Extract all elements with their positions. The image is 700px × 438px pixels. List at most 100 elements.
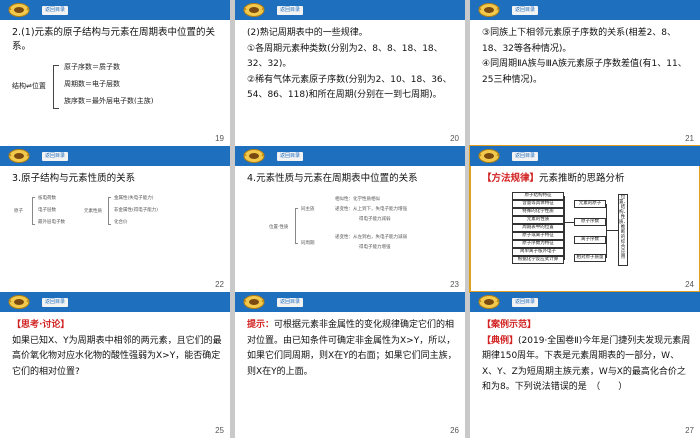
diagram-node: 得电子能力增强 [359,245,391,250]
slide-thumbnail-22[interactable]: 返回目录 3.原子结构与元素性质的关系 原子 核电荷数 电子层数 最外层电子数 … [0,146,230,292]
slide-thumbnail-27[interactable]: 返回目录 【案例示范】 【典例】(2019·全国卷Ⅱ)今年是门捷列夫发现元素周期… [470,292,700,438]
slide-thumbnail-23[interactable]: 返回目录 4.元素性质与元素在周期表中位置的关系 位置·性质 同主族 同周期 相… [235,146,465,292]
diagram-root: 位置·性质 [269,225,289,230]
page-number: 25 [215,426,224,435]
text-line: (2)熟记周期表中的一些规律。 [247,28,368,38]
flow-node: 根据化学反应式计算 [512,256,564,264]
flow-node: 离子序数 [574,236,606,244]
connector [606,230,618,231]
section-tag: 【方法规律】 [482,173,540,184]
text-line: ④同周期ⅡA族与ⅢA族元素原子序数差值(有1、11、25三种情况)。 [482,59,687,85]
diagram-node: 金属性(失电子能力) [114,196,154,201]
position-property-diagram: 位置·性质 同主族 同周期 相似性：化学性质相似 递变性：从上到下，失电子能力增… [247,194,457,264]
text-line: ②稀有气体元素原子序数(分别为2、10、18、36、54、86、118)和所在周… [247,74,452,101]
structure-position-formula: 结构⇌位置 原子序数＝质子数 周期数＝电子层数 族序数＝最外层电子数(主族) [12,62,222,112]
diagram-node: 化合价 [114,220,128,225]
back-to-contents-button[interactable]: 返回目录 [512,298,539,307]
back-to-contents-button[interactable]: 返回目录 [42,298,69,307]
slide-header-bar: 返回目录 [235,292,465,312]
page-number: 26 [450,426,459,435]
slide-thumbnail-19[interactable]: 返回目录 2.(1)元素的原子结构与元素在周期表中位置的关系。 结构⇌位置 原子… [0,0,230,146]
logo-icon [243,294,265,310]
diagram-node: 相似性：化学性质相似 [335,197,380,202]
slide-header-bar: 返回目录 [0,0,230,20]
slide-heading: 元素推断的思路分析 [539,173,625,184]
slide-header-bar: 返回目录 [235,0,465,20]
page-number: 22 [215,280,224,289]
flow-node: 位置、结构、性质、推断的综合应用 [618,194,628,266]
diagram-node: 电子层数 [38,208,56,213]
flow-node: 周期表中的位置 [512,224,564,232]
section-tag: 【思考·讨论】 [12,320,70,330]
hint-text: 可根据元素非金属性的变化规律确定它们的相对位置。由已知条件可确定非金属性为X>Y… [247,320,457,377]
brace [108,197,111,225]
logo-icon [8,2,30,18]
formula-row: 周期数＝电子层数 [64,80,120,88]
slide-header-bar: 返回目录 [470,292,700,312]
diagram-node: 递变性：从上到下，失电子能力增强 [335,207,407,212]
slide-header-bar: 返回目录 [235,146,465,166]
section-tag: 【案例示范】 [482,320,537,330]
connector [606,204,607,258]
diagram-node: 递变性：从左到右，失电子能力减弱 [335,235,407,240]
brace [295,208,298,244]
flow-node: 原子或离子特征 [512,232,564,240]
back-to-contents-button[interactable]: 返回目录 [42,6,69,15]
flow-node: 特殊的化学性质 [512,208,564,216]
page-number: 23 [450,280,459,289]
slide-header-bar: 返回目录 [0,146,230,166]
logo-icon [8,294,30,310]
slide-header-bar: 返回目录 [0,292,230,312]
logo-icon [8,148,30,164]
slide-header-bar: 返回目录 [470,146,700,166]
formula-lhs: 结构⇌位置 [12,82,46,90]
logo-icon [243,2,265,18]
slide-thumbnail-25[interactable]: 返回目录 【思考·讨论】 如果已知X、Y为周期表中相邻的两元素，且它们的最高价氧… [0,292,230,438]
brace [53,65,59,109]
diagram-node: 同主族 [301,207,315,212]
page-number: 19 [215,134,224,143]
slide-heading: 2.(1)元素的原子结构与元素在周期表中位置的关系。 [12,27,216,52]
flow-node: 元素的原子 [574,200,606,208]
flow-node: 含量等具体特征 [512,200,564,208]
slide-thumbnail-21[interactable]: 返回目录 ③同族上下相邻元素原子序数的关系(相差2、8、18、32等各种情况)。… [470,0,700,146]
brace [32,197,35,225]
back-to-contents-button[interactable]: 返回目录 [277,152,304,161]
diagram-root: 原子 [14,209,23,214]
flow-node: 相对原子质量 [574,254,606,262]
diagram-node: 得电子能力减弱 [359,217,391,222]
logo-icon [478,294,500,310]
diagram-node: 元素性质 [84,209,102,214]
back-to-contents-button[interactable]: 返回目录 [512,152,539,161]
diagram-node: 非金属性(得电子能力) [114,208,159,213]
slide-thumbnail-20[interactable]: 返回目录 (2)熟记周期表中的一些规律。 ①各周期元素种类数(分别为2、8、8、… [235,0,465,146]
back-to-contents-button[interactable]: 返回目录 [42,152,69,161]
flow-node: 原子序数为特征 [512,240,564,248]
formula-row: 原子序数＝质子数 [64,63,120,71]
example-tag: 【典例】 [482,335,519,346]
page-number: 21 [685,134,694,143]
structure-property-diagram: 原子 核电荷数 电子层数 最外层电子数 元素性质 金属性(失电子能力) 非金属性… [12,194,222,264]
slide-thumbnail-26[interactable]: 返回目录 提示：可根据元素非金属性的变化规律确定它们的相对位置。由已知条件可确定… [235,292,465,438]
formula-row: 族序数＝最外层电子数(主族) [64,97,154,105]
logo-icon [478,148,500,164]
flow-node: 原子结构特征 [512,192,564,200]
diagram-node: 核电荷数 [38,196,56,201]
back-to-contents-button[interactable]: 返回目录 [512,6,539,15]
back-to-contents-button[interactable]: 返回目录 [277,6,304,15]
flow-node: 简单离子核外电子 [512,248,564,256]
text-line: ③同族上下相邻元素原子序数的关系(相差2、8、18、32等各种情况)。 [482,28,677,54]
page-number: 24 [685,280,694,289]
slide-heading: 4.元素性质与元素在周期表中位置的关系 [247,173,418,184]
slide-thumbnail-24[interactable]: 返回目录 【方法规律】元素推断的思路分析 原子结构特征 含量等具体特征 特殊的化… [469,145,700,293]
slide-heading: 3.原子结构与元素性质的关系 [12,173,136,184]
back-to-contents-button[interactable]: 返回目录 [277,298,304,307]
flow-node: 原子序数 [574,218,606,226]
diagram-node: 同周期 [301,241,315,246]
slide-header-bar: 返回目录 [470,0,700,20]
connector [564,222,574,223]
connector [564,196,565,260]
logo-icon [478,2,500,18]
flow-node: 元素的性质 [512,216,564,224]
question-text: 如果已知X、Y为周期表中相邻的两元素，且它们的最高价氧化物对应水化物的酸性强弱为… [12,335,222,377]
